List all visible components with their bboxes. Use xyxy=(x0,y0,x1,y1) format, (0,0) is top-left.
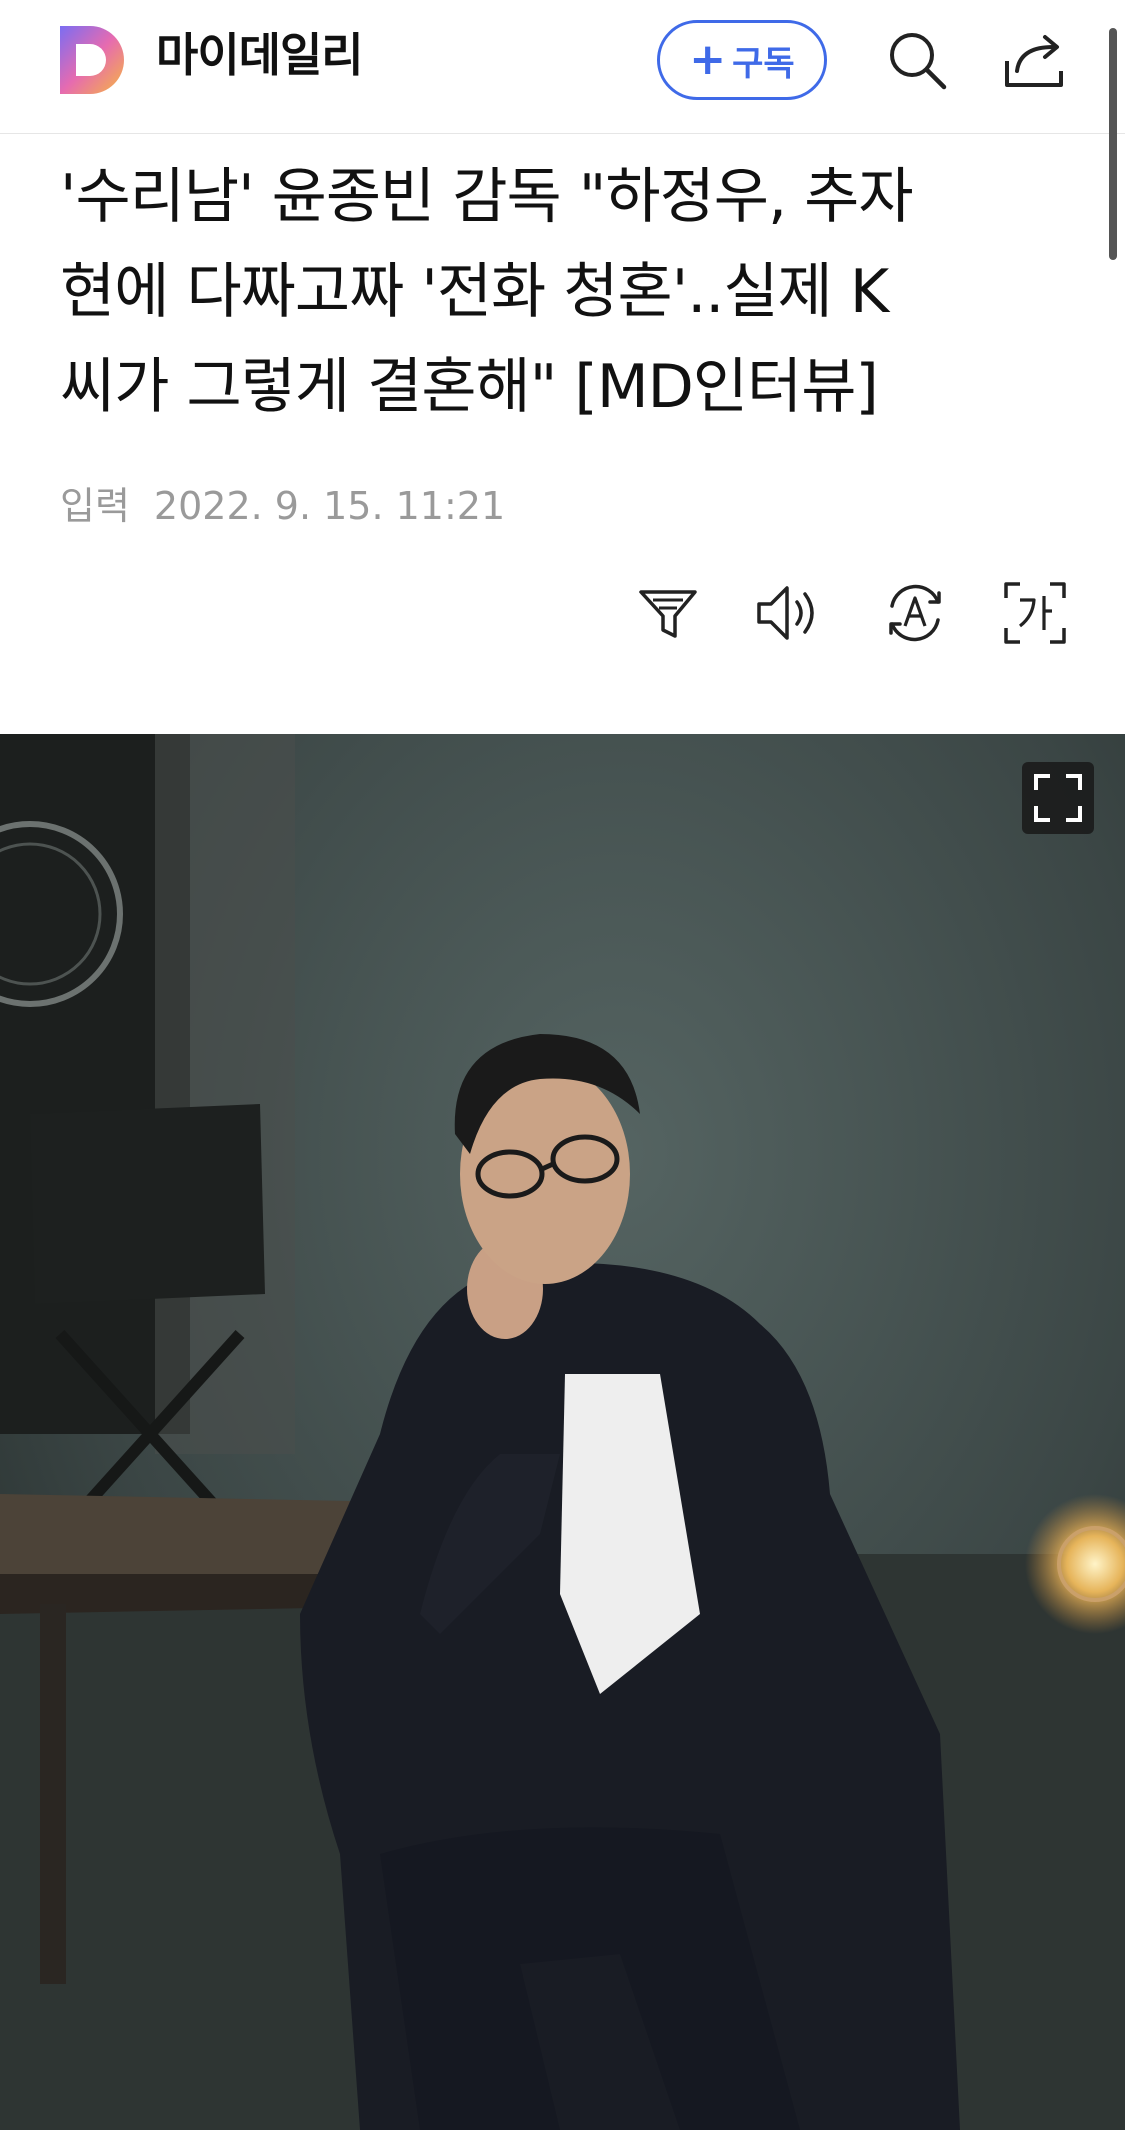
top-header: 마이데일리 + 구독 xyxy=(0,0,1125,134)
publish-dateline: 입력 2022. 9. 15. 11:21 xyxy=(60,475,505,530)
page-scrollbar[interactable] xyxy=(1109,28,1117,260)
summary-filter-icon[interactable] xyxy=(633,578,703,648)
article-photo[interactable] xyxy=(0,734,1125,2130)
subscribe-button[interactable]: + 구독 xyxy=(657,20,827,100)
search-icon[interactable] xyxy=(884,27,950,93)
translate-icon[interactable] xyxy=(880,578,950,648)
read-aloud-speaker-icon[interactable] xyxy=(753,578,823,648)
subscribe-label: 구독 xyxy=(732,43,795,84)
share-icon[interactable] xyxy=(1003,27,1069,93)
fullscreen-expand-icon[interactable] xyxy=(1022,762,1094,834)
daum-d-logo-icon[interactable] xyxy=(60,26,126,94)
photo-illustration xyxy=(0,734,1125,2130)
font-size-icon[interactable] xyxy=(1000,578,1070,648)
article-title: '수리남' 윤종빈 감독 "하정우, 추자 현에 다짜고짜 '전화 청혼'..실… xyxy=(60,162,914,422)
date-label: 입력 xyxy=(60,484,130,528)
publisher-name[interactable]: 마이데일리 xyxy=(156,25,364,85)
date-value: 2022. 9. 15. 11:21 xyxy=(153,484,506,528)
plus-icon: + xyxy=(689,34,727,85)
